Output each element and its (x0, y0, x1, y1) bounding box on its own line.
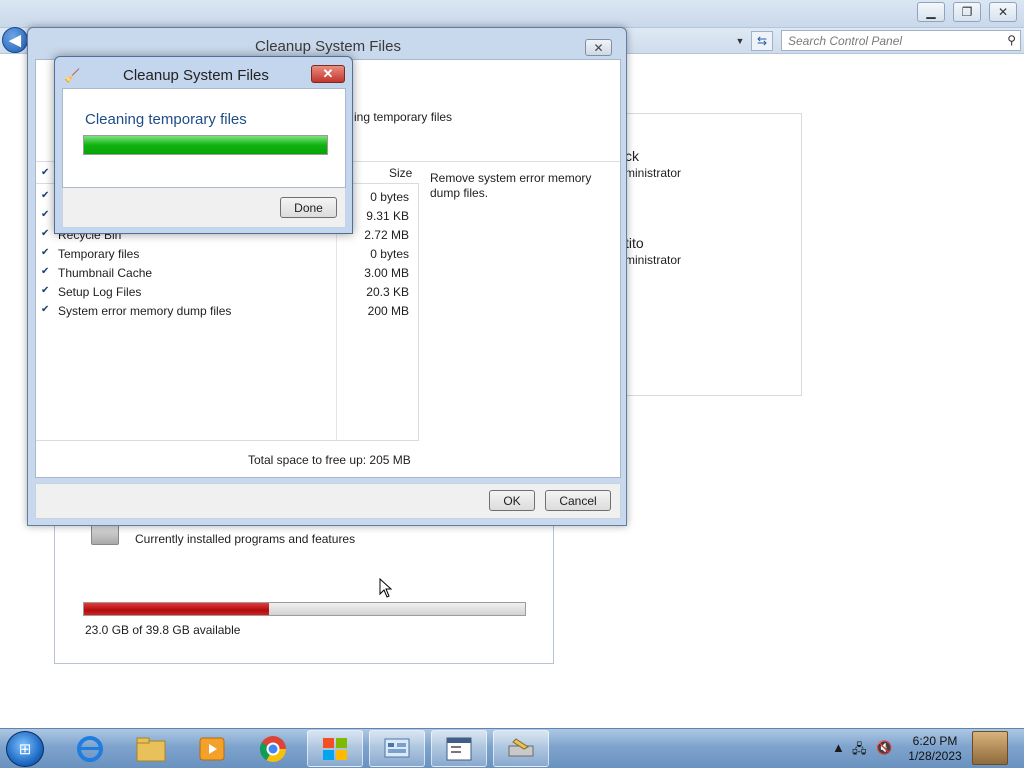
disk-cleanup-icon: 🧹 (64, 68, 81, 83)
ok-button[interactable]: OK (489, 490, 535, 511)
user-role: ministrator (625, 253, 682, 267)
item-size: 3.00 MB (364, 266, 409, 280)
disk-cleanup-taskbar-icon[interactable] (493, 730, 549, 767)
list-item[interactable]: ✔ System error memory dump files 200 MB (36, 302, 419, 321)
back-button[interactable]: ◀ (2, 27, 28, 53)
windows-logo-icon[interactable] (307, 730, 363, 767)
internet-explorer-icon[interactable] (62, 730, 118, 767)
user-role: ministrator (625, 166, 682, 180)
item-checkbox[interactable]: ✔ (41, 305, 51, 315)
start-button[interactable]: ⊞ (6, 731, 44, 767)
cancel-button[interactable]: Cancel (545, 490, 611, 511)
progress-dialog: 🧹 Cleanup System Files ✕ Cleaning tempor… (54, 56, 353, 234)
item-checkbox[interactable]: ✔ (41, 248, 51, 258)
item-size: 2.72 MB (364, 228, 409, 242)
dialog-title: Cleanup System Files (255, 38, 401, 55)
clock-date: 1/28/2023 (908, 749, 962, 763)
item-name: Thumbnail Cache (58, 266, 153, 280)
refresh-button[interactable]: ⇆ (751, 31, 773, 51)
chrome-icon[interactable] (245, 730, 301, 767)
list-item[interactable]: ✔ Temporary files 0 bytes (36, 245, 419, 264)
volume-muted-icon[interactable]: 🔇 (876, 740, 892, 756)
progress-bar (83, 135, 328, 155)
user-name[interactable]: tito (625, 235, 644, 251)
show-hidden-icons-icon[interactable]: ▲ (832, 740, 845, 755)
item-description: Remove system error memory dump files. (430, 171, 592, 200)
item-name: Temporary files (58, 247, 140, 261)
dialog-close-button[interactable]: ✕ (585, 39, 612, 56)
item-checkbox[interactable]: ✔ (41, 229, 51, 239)
clock-time: 6:20 PM (912, 734, 958, 748)
list-item[interactable]: ✔ Thumbnail Cache 3.00 MB (36, 264, 419, 283)
progress-bar-fill (84, 136, 327, 154)
item-checkbox[interactable]: ✔ (41, 210, 51, 220)
disk-usage-bar (83, 602, 526, 616)
list-item[interactable]: ✔ Setup Log Files 20.3 KB (36, 283, 419, 302)
programs-description: Currently installed programs and feature… (135, 532, 356, 546)
media-player-icon[interactable] (184, 730, 240, 767)
file-explorer-icon[interactable] (123, 730, 179, 767)
user-name[interactable]: ck (625, 148, 639, 164)
size-column-header[interactable]: Size (389, 166, 412, 180)
total-separator (36, 440, 419, 441)
search-box[interactable]: ⚲ (781, 30, 1021, 51)
search-input[interactable] (788, 33, 998, 48)
item-size: 9.31 KB (366, 209, 409, 223)
restore-button[interactable]: ❐ (953, 2, 981, 22)
disk-space-label: 23.0 GB of 39.8 GB available (85, 623, 241, 637)
document-window-icon[interactable] (431, 730, 487, 767)
total-space-label: Total space to free up: 205 MB (248, 453, 411, 467)
item-checkbox[interactable]: ✔ (41, 191, 51, 201)
progress-status: Cleaning temporary files (85, 111, 247, 128)
progress-body: Cleaning temporary files (62, 88, 346, 188)
item-size: 200 MB (367, 304, 409, 318)
dialog-header-text: ing temporary files (354, 110, 453, 124)
minimize-button[interactable]: ▁ (917, 2, 945, 22)
progress-close-button[interactable]: ✕ (311, 65, 345, 83)
item-size: 20.3 KB (366, 285, 409, 299)
user-picture-icon[interactable] (972, 731, 1008, 765)
disk-usage-fill (84, 603, 270, 615)
header-checkbox[interactable]: ✔ (41, 168, 51, 178)
item-size: 0 bytes (370, 190, 409, 204)
item-size: 0 bytes (370, 247, 409, 261)
mouse-cursor-icon (379, 578, 393, 598)
item-name: System error memory dump files (58, 304, 232, 318)
address-dropdown-icon[interactable]: ▼ (731, 32, 749, 50)
network-icon[interactable]: 🖧 (852, 740, 867, 762)
progress-dialog-title: Cleanup System Files (123, 67, 269, 84)
taskbar: ⊞ ▲ 🖧 🔇 6:20 PM 1/28/2023 (0, 728, 1024, 768)
item-checkbox[interactable]: ✔ (41, 286, 51, 296)
control-panel-icon[interactable] (369, 730, 425, 767)
clock[interactable]: 6:20 PM 1/28/2023 (900, 734, 970, 764)
control-panel-titlebar (0, 0, 1024, 28)
close-window-button[interactable]: ✕ (989, 2, 1017, 22)
search-icon[interactable]: ⚲ (1007, 33, 1016, 47)
done-button[interactable]: Done (280, 197, 337, 218)
item-name: Setup Log Files (58, 285, 142, 299)
item-checkbox[interactable]: ✔ (41, 267, 51, 277)
